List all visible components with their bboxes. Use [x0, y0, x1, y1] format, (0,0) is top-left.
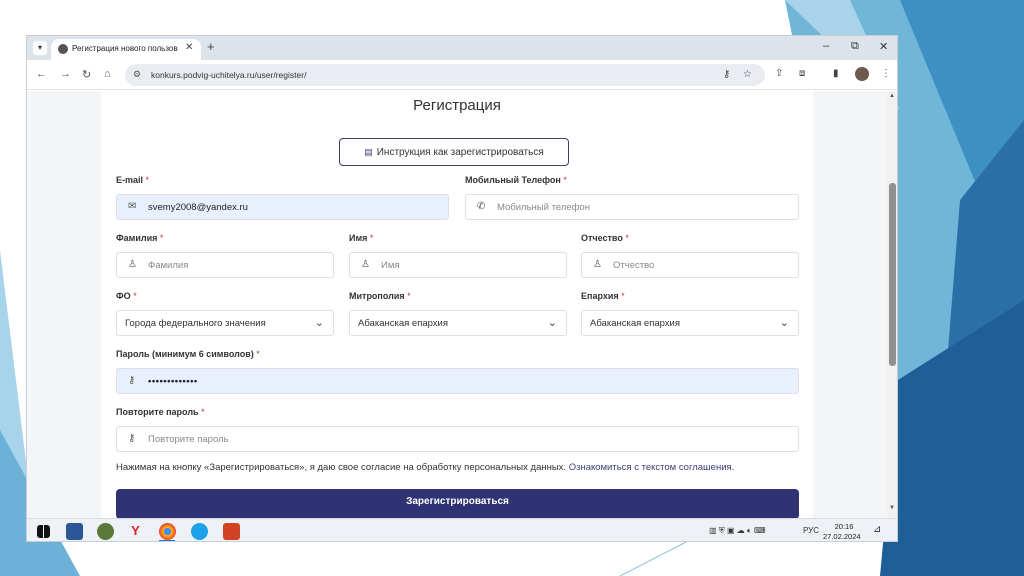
reload-icon[interactable]: ↻	[82, 68, 91, 81]
key-icon: ⚷	[128, 433, 136, 444]
skype-icon[interactable]	[191, 523, 208, 540]
bookmark-star-icon[interactable]: ☆	[743, 69, 752, 80]
clock-date: 27.02.2024	[823, 532, 861, 541]
chevron-down-icon: ⌄	[314, 317, 324, 329]
globe-icon	[58, 44, 68, 54]
password-repeat-field[interactable]: ⚷ Повторите пароль	[116, 426, 799, 452]
site-info-icon[interactable]: ⚙	[133, 69, 141, 80]
profile-avatar[interactable]	[855, 67, 869, 81]
language-indicator[interactable]: РУС	[803, 526, 819, 535]
password-repeat-label: Повторите пароль *	[116, 407, 205, 417]
password-label: Пароль (минимум 6 символов) *	[116, 349, 260, 359]
email-value: svemy2008@yandex.ru	[148, 202, 248, 213]
phone-label: Мобильный Телефон *	[465, 175, 567, 185]
clock-time: 20:16	[834, 522, 854, 531]
fo-select[interactable]: Города федерального значения ⌄	[116, 310, 334, 336]
translate-icon[interactable]: ⇧	[775, 68, 783, 79]
registration-card: Регистрация ▤ Инструкция как зарегистриро…	[101, 91, 813, 518]
scrollbar-thumb[interactable]	[889, 183, 896, 366]
browser-toolbar: ← → ↻ ⌂ ⚙ konkurs.podvig-uchitelya.ru/us…	[27, 60, 897, 90]
phone-icon: ✆	[477, 201, 486, 212]
instruction-button[interactable]: ▤ Инструкция как зарегистрироваться	[339, 138, 569, 166]
surname-field[interactable]: ♙ Фамилия	[116, 252, 334, 278]
metropolis-label: Митрополия *	[349, 291, 411, 301]
mail-icon: ✉	[128, 201, 137, 212]
tab-search-button[interactable]: ▾	[33, 41, 47, 55]
email-field[interactable]: ✉ svemy2008@yandex.ru	[116, 194, 449, 220]
agreement-link[interactable]: Ознакомиться с текстом соглашения.	[569, 462, 735, 473]
close-window-button[interactable]: ✕	[879, 40, 888, 53]
chevron-down-icon: ⌄	[547, 317, 557, 329]
metropolis-value: Абаканская епархия	[358, 318, 449, 329]
powerpoint-icon[interactable]	[223, 523, 240, 540]
eparchy-value: Абаканская епархия	[590, 318, 681, 329]
patronymic-label: Отчество *	[581, 233, 629, 243]
forward-icon[interactable]: →	[60, 68, 71, 80]
notifications-icon[interactable]: ⊿	[873, 524, 881, 535]
taskbar: Y ▥ ⛨ ▣ ☁ 🔈︎ ⌨ РУС 20:16 27.02.2024 ⊿	[27, 518, 897, 541]
name-placeholder: Имя	[381, 260, 400, 271]
password-key-icon[interactable]: ⚷	[723, 69, 730, 80]
metropolis-select[interactable]: Абаканская епархия ⌄	[349, 310, 567, 336]
scroll-down-icon[interactable]: ▼	[889, 505, 895, 511]
instruction-label: Инструкция как зарегистрироваться	[376, 147, 544, 158]
patronymic-field[interactable]: ♙ Отчество	[581, 252, 799, 278]
restore-button[interactable]: ⧉	[851, 40, 859, 53]
fo-label: ФО *	[116, 291, 137, 301]
user-icon: ♙	[361, 259, 370, 270]
user-icon: ♙	[128, 259, 137, 270]
page-scrollbar[interactable]: ▲ ▼	[887, 91, 897, 518]
scroll-up-icon[interactable]: ▲	[889, 93, 895, 99]
fo-value: Города федерального значения	[125, 318, 266, 329]
chevron-down-icon: ▾	[37, 43, 42, 52]
name-label: Имя *	[349, 233, 374, 243]
chrome-icon[interactable]	[159, 523, 176, 540]
consent-text: Нажимая на кнопку «Зарегистрироваться», …	[116, 462, 735, 473]
tab-title: Регистрация нового пользова	[72, 44, 178, 53]
password-repeat-placeholder: Повторите пароль	[148, 434, 229, 445]
browser-window: ▾ Регистрация нового пользова ✕ + – ⧉ ✕ …	[26, 35, 898, 542]
patronymic-placeholder: Отчество	[613, 260, 655, 271]
close-tab-icon[interactable]: ✕	[185, 42, 193, 53]
surname-label: Фамилия *	[116, 233, 164, 243]
page-title: Регистрация	[413, 97, 501, 114]
user-icon: ♙	[593, 259, 602, 270]
document-icon: ▤	[364, 147, 373, 157]
phone-placeholder: Мобильный телефон	[497, 202, 590, 213]
phone-field[interactable]: ✆ Мобильный телефон	[465, 194, 799, 220]
url-text: konkurs.podvig-uchitelya.ru/user/registe…	[151, 70, 307, 80]
file-explorer-icon[interactable]	[66, 523, 83, 540]
address-bar[interactable]: ⚙ konkurs.podvig-uchitelya.ru/user/regis…	[125, 64, 765, 86]
surname-placeholder: Фамилия	[148, 260, 189, 271]
home-icon[interactable]: ⌂	[104, 68, 111, 80]
new-tab-button[interactable]: +	[207, 39, 215, 54]
back-icon[interactable]: ←	[36, 68, 47, 80]
register-button[interactable]: Зарегистрироваться	[116, 489, 799, 518]
start-icon[interactable]	[37, 525, 50, 538]
eparchy-label: Епархия *	[581, 291, 625, 301]
minimize-button[interactable]: –	[823, 40, 829, 52]
side-panel-icon[interactable]: ▮	[833, 68, 839, 79]
chevron-down-icon: ⌄	[779, 317, 789, 329]
password-value: •••••••••••••	[148, 376, 198, 387]
key-icon: ⚷	[128, 375, 136, 386]
tab-bar: ▾ Регистрация нового пользова ✕ + – ⧉ ✕	[27, 36, 897, 60]
page-viewport: Регистрация ▤ Инструкция как зарегистриро…	[27, 91, 897, 518]
email-label: E-mail *	[116, 175, 150, 185]
app-icon[interactable]	[97, 523, 114, 540]
more-menu-icon[interactable]: ⋮	[881, 68, 891, 79]
name-field[interactable]: ♙ Имя	[349, 252, 567, 278]
password-field[interactable]: ⚷ •••••••••••••	[116, 368, 799, 394]
extensions-icon[interactable]: ⧈	[799, 68, 805, 79]
tab-active[interactable]: Регистрация нового пользова ✕	[51, 39, 201, 60]
tray-icons[interactable]: ▥ ⛨ ▣ ☁ 🔈︎ ⌨	[709, 526, 766, 536]
active-app-indicator	[159, 540, 175, 541]
eparchy-select[interactable]: Абаканская епархия ⌄	[581, 310, 799, 336]
yandex-icon[interactable]: Y	[127, 523, 144, 540]
